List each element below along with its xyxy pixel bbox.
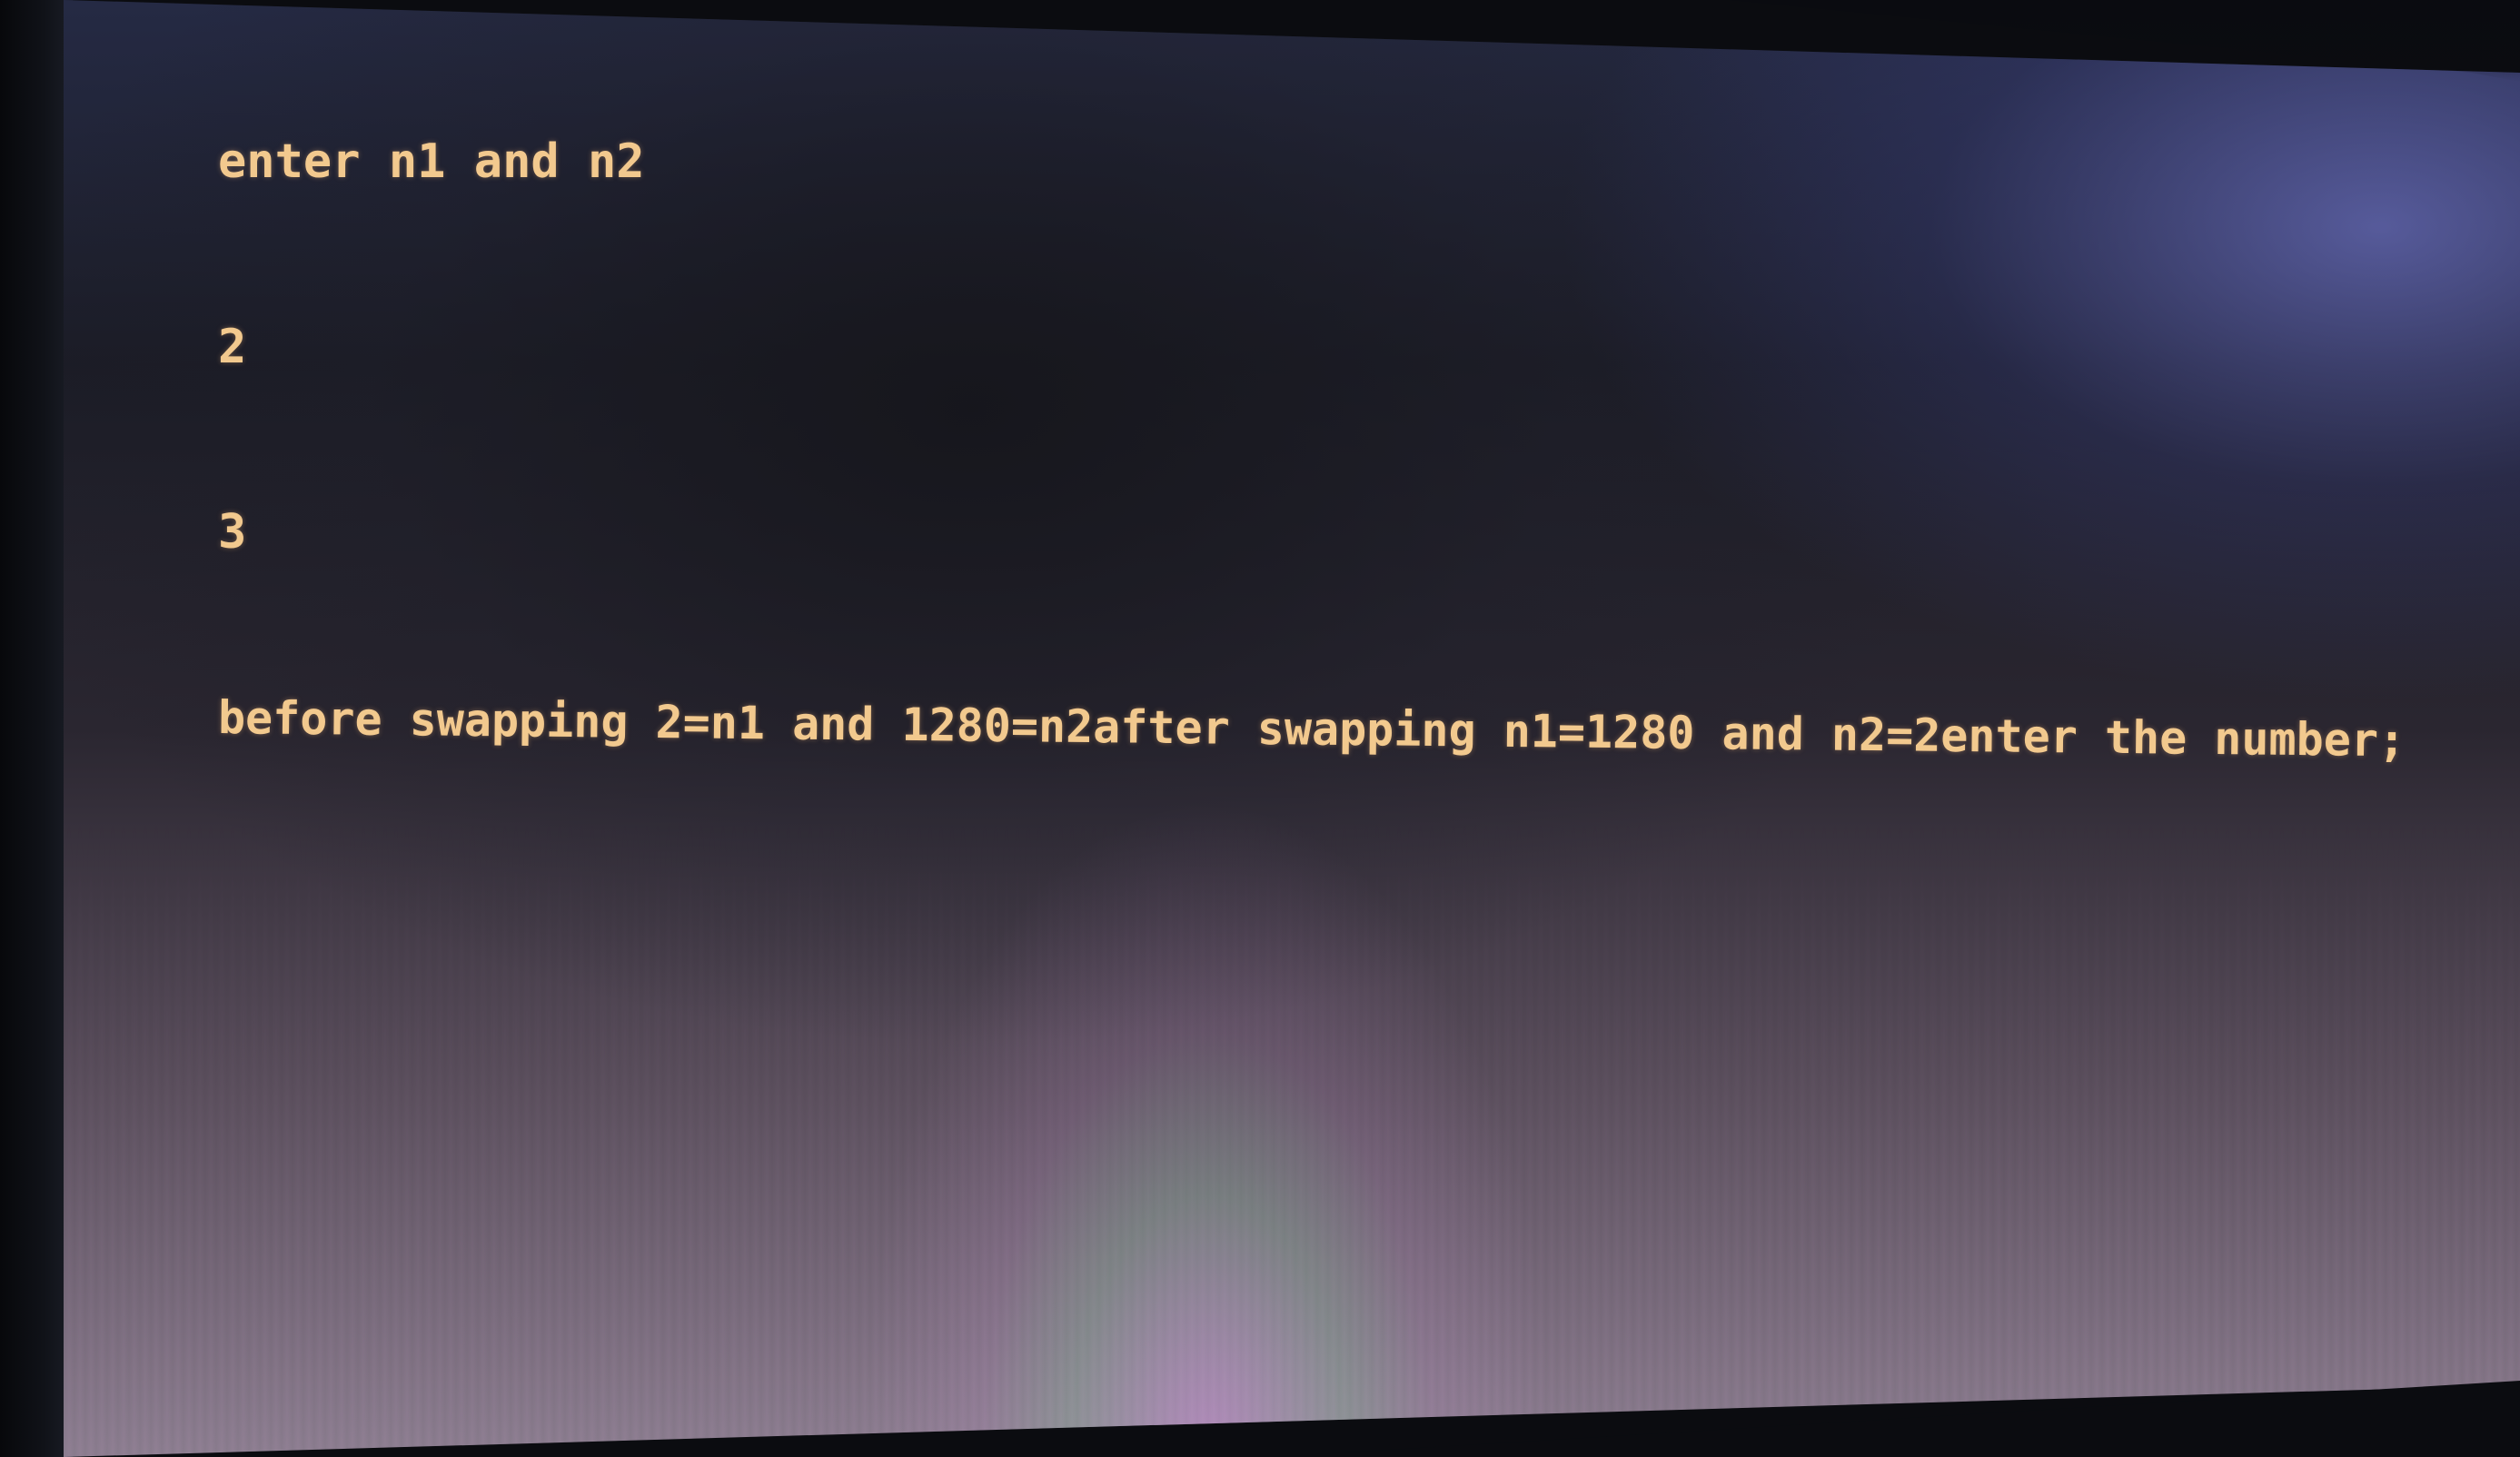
console-line: 3 xyxy=(218,505,247,560)
console-output: enter n1 and n2 2 3 before swapping 2=n1… xyxy=(218,7,2471,872)
monitor-photo: enter n1 and n2 2 3 before swapping 2=n1… xyxy=(0,0,2520,1457)
console-line: 2 xyxy=(218,320,247,374)
console-line: enter n1 and n2 xyxy=(218,134,645,189)
console-line: before swapping 2=n1 and 1280=n2after sw… xyxy=(217,691,2406,768)
console-screen: enter n1 and n2 2 3 before swapping 2=n1… xyxy=(64,0,2520,1457)
monitor-bezel-left xyxy=(0,0,73,1457)
